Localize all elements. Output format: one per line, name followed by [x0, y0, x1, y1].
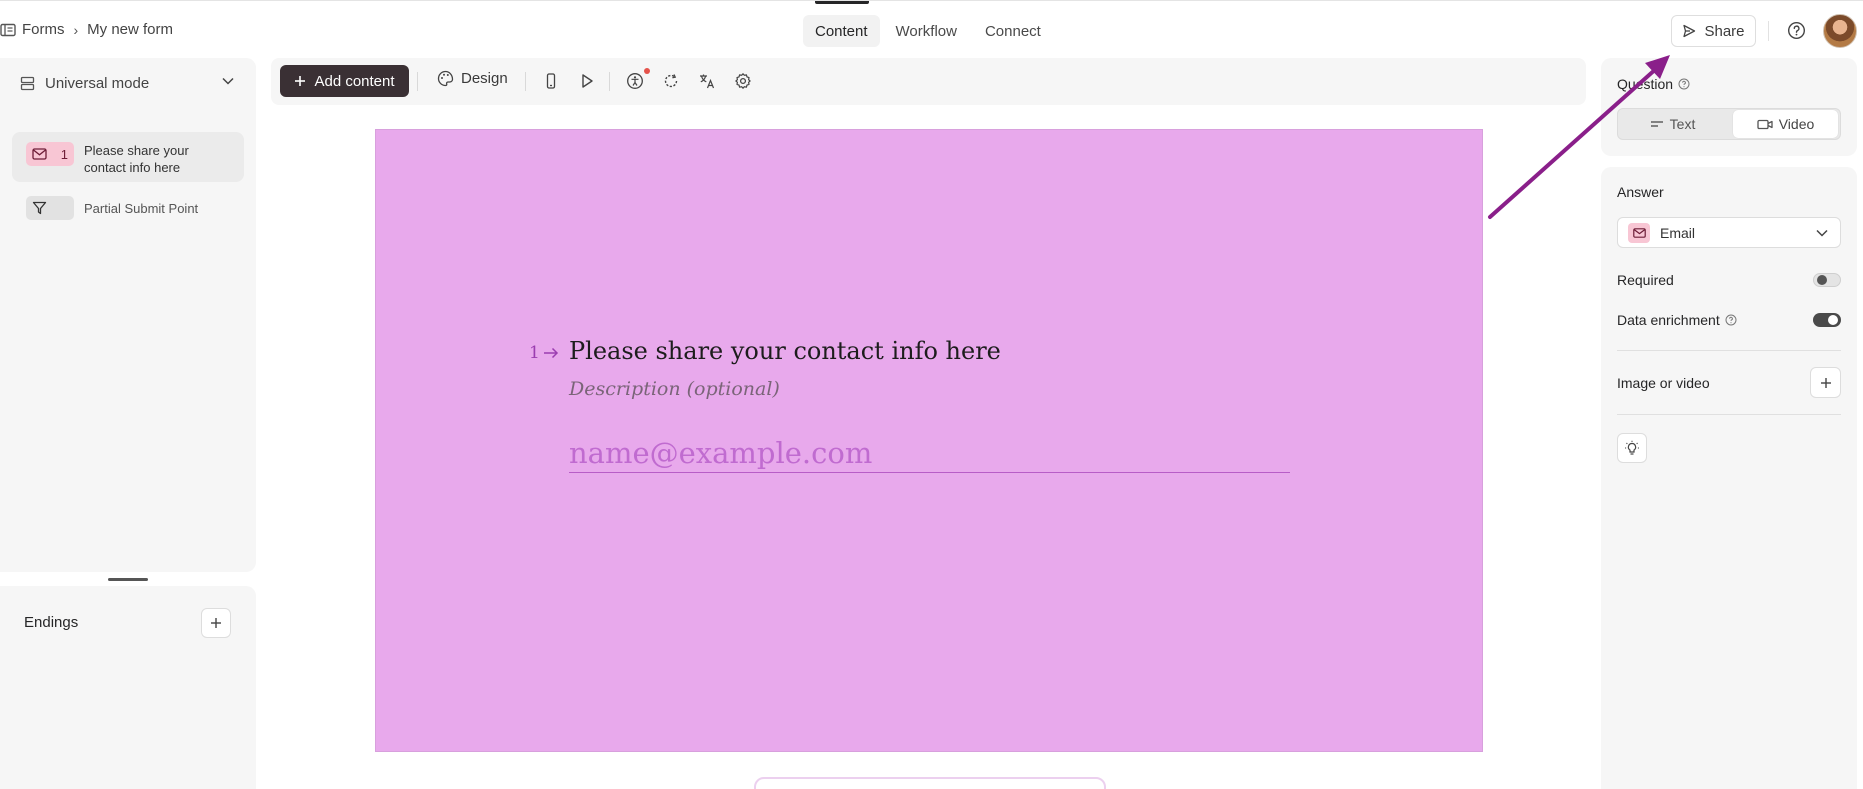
help-icon[interactable] [1725, 314, 1737, 326]
chevron-down-icon [222, 77, 234, 85]
breadcrumb-separator: › [73, 21, 79, 38]
mail-icon [1628, 222, 1650, 243]
toggle-knob [1817, 275, 1827, 285]
partial-submit-label: Partial Submit Point [84, 201, 199, 216]
text-lines-icon [1650, 119, 1664, 129]
mode-select[interactable]: Universal mode [0, 58, 256, 108]
lightbulb-icon [1624, 440, 1640, 456]
question-type-video-label: Video [1778, 116, 1815, 132]
question-description[interactable]: Description (optional) [569, 378, 780, 400]
design-button[interactable]: Design [437, 70, 508, 87]
required-toggle[interactable] [1813, 273, 1841, 287]
mobile-preview-icon[interactable] [542, 72, 560, 90]
next-slide-preview[interactable] [754, 777, 1106, 789]
question-type-video[interactable]: Video [1733, 110, 1838, 138]
form-preview-canvas: 1 Please share your contact info here De… [375, 129, 1483, 752]
question-list-item[interactable]: 1 Please share your contact info here [12, 132, 244, 182]
question-settings-panel: Question Text Video [1601, 58, 1857, 156]
tab-content[interactable]: Content [803, 15, 880, 47]
tips-button[interactable] [1617, 433, 1647, 463]
panel-resize-handle[interactable] [108, 578, 148, 581]
add-ending-button[interactable] [201, 608, 231, 638]
answer-type-value: Email [1660, 224, 1696, 241]
arrow-right-icon [543, 347, 559, 359]
endings-title: Endings [24, 614, 79, 631]
plus-icon [1820, 377, 1832, 389]
answer-label: Answer [1617, 184, 1664, 200]
video-camera-icon [1757, 119, 1773, 130]
tab-workflow[interactable]: Workflow [884, 15, 969, 47]
breadcrumb: Forms › My new form [0, 21, 173, 38]
question-title[interactable]: Please share your contact info here [569, 337, 1001, 365]
data-enrichment-label: Data enrichment [1617, 312, 1720, 328]
translate-icon[interactable] [698, 72, 716, 90]
section-divider [1617, 350, 1841, 351]
breadcrumb-forms-link[interactable]: Forms [22, 21, 65, 38]
help-icon[interactable] [1787, 21, 1806, 40]
top-tabs: Content Workflow Connect [803, 15, 1053, 47]
add-image-video-button[interactable] [1810, 367, 1841, 398]
mode-select-label: Universal mode [45, 74, 150, 92]
email-answer-input[interactable] [569, 433, 1290, 473]
question-list-label: Please share your contact info here [84, 143, 189, 175]
question-type-text[interactable]: Text [1620, 110, 1725, 138]
question-number-indicator: 1 [529, 343, 559, 363]
endings-panel: Endings [0, 586, 256, 789]
share-button[interactable]: Share [1671, 15, 1756, 47]
accessibility-icon[interactable] [626, 72, 644, 90]
data-enrichment-row: Data enrichment [1617, 312, 1737, 328]
section-divider [1617, 414, 1841, 415]
image-video-label: Image or video [1617, 375, 1710, 391]
layers-icon [20, 76, 35, 91]
forms-icon [0, 23, 16, 37]
answer-settings-panel: Answer Email Required Data enrichment Im… [1601, 167, 1857, 789]
required-label: Required [1617, 272, 1674, 288]
top-bar: Forms › My new form Content Workflow Con… [0, 0, 1863, 58]
answer-type-select[interactable]: Email [1617, 217, 1841, 248]
help-icon[interactable] [1678, 78, 1690, 90]
send-icon [1682, 24, 1696, 38]
logic-refresh-icon[interactable] [662, 72, 680, 90]
plus-icon [294, 75, 306, 87]
palette-icon [437, 70, 454, 87]
add-content-button[interactable]: Add content [280, 65, 409, 97]
editor-toolbar: Add content Design [271, 58, 1586, 105]
funnel-icon [32, 201, 47, 215]
question-section-label: Question [1617, 76, 1690, 92]
question-list-panel: Universal mode 1 Please share your conta… [0, 58, 256, 572]
plus-icon [210, 617, 222, 629]
toolbar-divider [525, 72, 526, 91]
gear-icon[interactable] [734, 72, 752, 90]
add-content-label: Add content [314, 72, 395, 90]
data-enrichment-toggle[interactable] [1813, 313, 1841, 327]
toggle-knob [1828, 315, 1838, 325]
design-label: Design [461, 70, 508, 87]
share-label: Share [1704, 22, 1745, 40]
question-number: 1 [60, 146, 68, 162]
question-number: 1 [529, 343, 540, 363]
tab-connect[interactable]: Connect [973, 15, 1053, 47]
question-label: Question [1617, 76, 1674, 92]
notification-dot [644, 68, 650, 74]
toolbar-divider [417, 72, 418, 91]
breadcrumb-current-form[interactable]: My new form [87, 21, 173, 38]
question-type-text-label: Text [1669, 116, 1696, 132]
mail-icon [32, 148, 47, 160]
chevron-down-icon [1816, 229, 1828, 237]
partial-submit-item[interactable]: Partial Submit Point [12, 186, 244, 228]
active-tab-indicator [815, 1, 869, 4]
question-type-toggle: Text Video [1617, 108, 1841, 140]
toolbar-divider [609, 72, 610, 91]
user-avatar[interactable] [1823, 14, 1857, 48]
header-divider [1768, 21, 1769, 41]
partial-submit-badge [26, 196, 74, 220]
question-type-badge: 1 [26, 142, 74, 166]
play-icon[interactable] [578, 72, 596, 90]
